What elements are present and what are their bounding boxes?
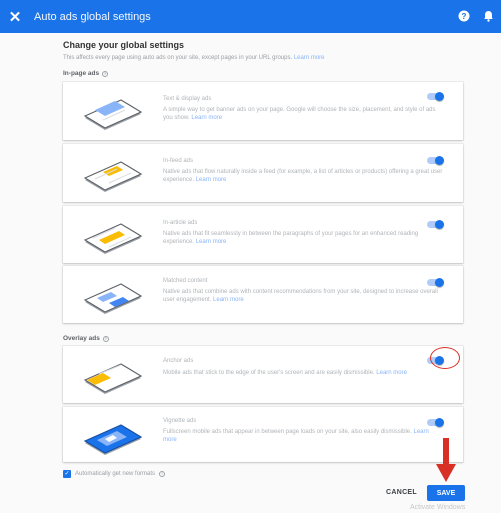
card-description: Native ads that flow naturally inside a …	[163, 169, 443, 184]
help-icon[interactable]: ?	[159, 471, 166, 477]
overlay-ads-section: Overlay ads ?	[63, 335, 109, 342]
toggle-knob	[435, 417, 444, 427]
card-description: Native ads that combine ads with content…	[163, 289, 443, 304]
toggle-knob	[435, 277, 444, 287]
settings-subheading: This affects every page using auto ads o…	[63, 55, 325, 61]
save-button[interactable]: SAVE	[427, 485, 465, 501]
phone-illustration-icon	[83, 363, 143, 394]
subheading-text: This affects every page using auto ads o…	[63, 55, 293, 61]
card-in-feed-ads: In-feed ads Native ads that flow natural…	[63, 144, 463, 202]
card-anchor-ads: Anchor ads Mobile ads that stick to the …	[63, 346, 463, 403]
toggle-knob	[435, 219, 444, 229]
section-label: Overlay ads	[63, 335, 100, 342]
settings-heading: Change your global settings	[63, 40, 185, 50]
in-feed-toggle[interactable]	[427, 155, 444, 165]
card-title: Anchor ads	[163, 358, 194, 364]
card-learn-more-link[interactable]: Learn more	[191, 115, 222, 121]
card-title: In-article ads	[163, 220, 198, 226]
card-title: In-feed ads	[163, 158, 194, 164]
toggle-knob	[435, 91, 444, 101]
card-description: Fullscreen mobile ads that appear in bet…	[163, 429, 443, 444]
phone-illustration-icon	[83, 283, 143, 314]
card-title: Vignette ads	[163, 418, 197, 424]
card-vignette-ads: Vignette ads Fullscreen mobile ads that …	[63, 407, 463, 462]
help-icon[interactable]: ?	[102, 335, 109, 342]
card-learn-more-link[interactable]: Learn more	[213, 297, 244, 303]
dialog-header: ✕ Auto ads global settings ?	[0, 0, 501, 33]
settings-panel: Change your global settings This affects…	[0, 33, 501, 513]
auto-formats-label: Automatically get new formats	[75, 471, 156, 477]
phone-illustration-icon	[83, 223, 143, 254]
help-icon[interactable]: ?	[102, 70, 109, 77]
bell-icon[interactable]	[481, 9, 495, 23]
dialog-title: Auto ads global settings	[34, 10, 151, 23]
cancel-button[interactable]: CANCEL	[386, 489, 417, 496]
card-description: A simple way to get banner ads on your p…	[163, 107, 443, 122]
svg-text:?: ?	[462, 12, 467, 21]
card-description: Mobile ads that stick to the edge of the…	[163, 370, 443, 378]
card-learn-more-link[interactable]: Learn more	[196, 177, 227, 183]
learn-more-link[interactable]: Learn more	[294, 55, 325, 61]
card-in-article-ads: In-article ads Native ads that fit seaml…	[63, 206, 463, 263]
red-arrow-icon	[436, 438, 456, 482]
card-learn-more-link[interactable]: Learn more	[376, 370, 407, 376]
help-icon[interactable]: ?	[457, 9, 471, 23]
activate-windows-watermark: Activate Windows	[410, 504, 466, 511]
matched-content-toggle[interactable]	[427, 277, 444, 287]
toggle-knob	[435, 155, 444, 165]
card-title: Matched content	[163, 278, 208, 284]
vignette-ads-toggle[interactable]	[427, 417, 444, 427]
text-display-toggle[interactable]	[427, 91, 444, 101]
phone-illustration-icon	[83, 99, 143, 130]
phone-illustration-icon	[83, 161, 143, 192]
section-label: In-page ads	[63, 70, 100, 77]
card-learn-more-link[interactable]: Learn more	[196, 239, 227, 245]
card-desc-text: Native ads that combine ads with content…	[163, 289, 438, 303]
in-page-ads-section: In-page ads ?	[63, 70, 109, 77]
highlight-circle	[430, 347, 460, 369]
close-icon[interactable]: ✕	[0, 8, 30, 26]
card-desc-text: Fullscreen mobile ads that appear in bet…	[163, 429, 412, 435]
auto-formats-option[interactable]: ✓ Automatically get new formats ?	[63, 470, 166, 478]
card-description: Native ads that fit seamlessly in betwee…	[163, 231, 443, 246]
in-article-toggle[interactable]	[427, 219, 444, 229]
card-title: Text & display ads	[163, 96, 212, 102]
card-text-display-ads: Text & display ads A simple way to get b…	[63, 82, 463, 140]
phone-illustration-icon	[83, 424, 143, 455]
card-desc-text: Mobile ads that stick to the edge of the…	[163, 370, 375, 376]
card-matched-content: Matched content Native ads that combine …	[63, 266, 463, 323]
auto-formats-checkbox[interactable]: ✓	[63, 470, 71, 478]
